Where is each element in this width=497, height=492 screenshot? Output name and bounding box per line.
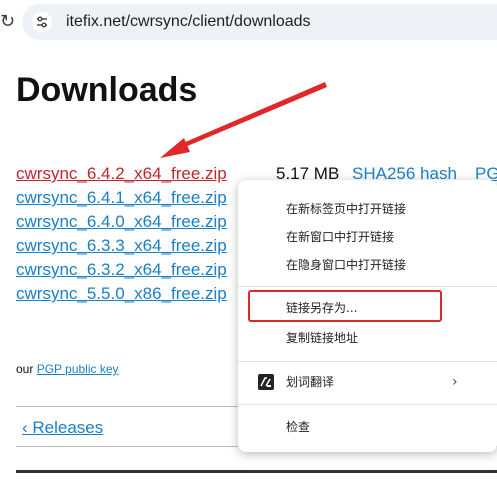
menu-item-label: 在新标签页中打开链接	[286, 202, 407, 216]
annotation-arrow-head	[160, 138, 190, 158]
menu-item-label: 在新窗口中打开链接	[286, 230, 395, 244]
download-link[interactable]: cwrsync_6.4.1_x64_free.zip	[16, 186, 227, 210]
menu-item-label: 在隐身窗口中打开链接	[286, 258, 407, 272]
chevron-right-icon: ›	[452, 374, 458, 390]
releases-link[interactable]: ‹ Releases	[22, 416, 103, 440]
menu-item-open-new-window[interactable]: 在新窗口中打开链接	[238, 223, 497, 251]
download-link[interactable]: cwrsync_6.3.2_x64_free.zip	[16, 258, 227, 282]
menu-item-save-link-as[interactable]: 链接另存为...	[238, 294, 497, 322]
menu-item-open-incognito[interactable]: 在隐身窗口中打开链接	[238, 251, 497, 279]
address-bar[interactable]: itefix.net/cwrsync/client/downloads	[22, 4, 497, 40]
pgp-key-note: our PGP public key	[16, 360, 119, 378]
url-text[interactable]: itefix.net/cwrsync/client/downloads	[66, 4, 311, 40]
tune-icon[interactable]	[32, 12, 52, 32]
pgp-public-key-link[interactable]: PGP public key	[37, 362, 119, 376]
menu-item-label: 链接另存为...	[286, 301, 358, 315]
menu-item-label: 检查	[286, 420, 311, 434]
page-title: Downloads	[16, 71, 198, 109]
annotation-arrow-shaft	[176, 82, 327, 150]
download-link[interactable]: cwrsync_5.5.0_x86_free.zip	[16, 282, 227, 306]
translate-icon	[258, 374, 274, 390]
browser-toolbar: ↻ itefix.net/cwrsync/client/downloads	[0, 0, 497, 44]
download-link[interactable]: cwrsync_6.4.0_x64_free.zip	[16, 210, 227, 234]
download-link[interactable]: cwrsync_6.3.3_x64_free.zip	[16, 234, 227, 258]
menu-item-inspect[interactable]: 检查	[238, 413, 497, 441]
menu-item-open-new-tab[interactable]: 在新标签页中打开链接	[238, 195, 497, 223]
reload-icon[interactable]: ↻	[0, 8, 15, 36]
browser-window: ↻ itefix.net/cwrsync/client/downloads Do…	[0, 0, 497, 492]
menu-item-translate[interactable]: 划词翻译 ›	[238, 368, 497, 396]
menu-item-label: 划词翻译	[286, 375, 335, 389]
context-menu: 在新标签页中打开链接 在新窗口中打开链接 在隐身窗口中打开链接 链接另存为...…	[238, 180, 497, 452]
download-link[interactable]: cwrsync_6.4.2_x64_free.zip	[16, 162, 227, 186]
menu-item-label: 复制链接地址	[286, 331, 359, 345]
menu-item-copy-link-address[interactable]: 复制链接地址	[238, 324, 497, 352]
footer-divider	[16, 470, 497, 473]
menu-separator	[238, 404, 497, 405]
menu-separator	[238, 286, 497, 287]
menu-separator	[238, 361, 497, 362]
pgp-key-prefix: our	[16, 362, 34, 376]
